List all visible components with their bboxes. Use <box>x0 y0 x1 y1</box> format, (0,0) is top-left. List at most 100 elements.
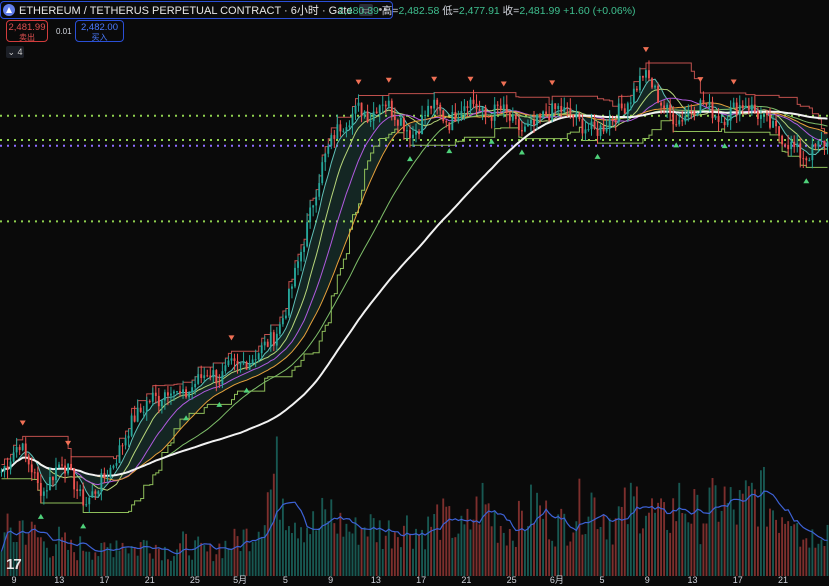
volume-bar <box>744 480 747 576</box>
x-tick-label: 21 <box>778 575 788 585</box>
volume-bar <box>511 540 514 576</box>
volume-bar <box>278 519 281 576</box>
volume-bar <box>294 522 296 576</box>
buy-button[interactable]: 2,482.00 买入 <box>75 20 124 42</box>
volume-bar <box>542 518 545 576</box>
volume-bar <box>648 512 650 576</box>
buy-signal-marker <box>37 513 44 519</box>
volume-bar <box>182 531 184 576</box>
candle-body <box>415 131 417 135</box>
volume-bar <box>312 511 315 576</box>
volume-bar <box>769 508 771 576</box>
candle-body <box>793 141 796 148</box>
candle-body <box>64 465 66 474</box>
volume-bar <box>412 548 414 576</box>
candle-body <box>687 111 690 116</box>
volume-bar <box>705 523 708 576</box>
candle-body <box>3 466 6 472</box>
volume-bar <box>0 551 3 576</box>
volume-bar <box>690 523 693 576</box>
candle-body <box>191 387 194 393</box>
candle-body <box>82 489 85 506</box>
sell-signal-marker <box>355 79 362 85</box>
candle-body <box>312 205 315 208</box>
low-label: 低= <box>442 5 459 17</box>
volume-bar <box>735 524 738 576</box>
candle-body <box>648 70 650 79</box>
candle-body <box>611 119 614 121</box>
volume-bar <box>402 525 405 576</box>
sell-signal-marker <box>730 79 737 85</box>
candle-body <box>133 415 136 422</box>
volume-bar <box>448 506 451 576</box>
volume-bar <box>808 547 811 576</box>
volume-bar <box>27 533 30 576</box>
symbol-title-box[interactable]: ETHEREUM / TETHERUS PERPETUAL CONTRACT ·… <box>0 1 394 19</box>
candle-body <box>563 107 566 112</box>
candle-body <box>575 113 578 119</box>
volume-bar <box>393 532 396 576</box>
candle-body <box>115 463 118 466</box>
buy-signal-marker <box>594 153 601 159</box>
indicators-collapse-button[interactable]: ⌄ 4 <box>6 46 24 58</box>
candle-body <box>33 472 36 474</box>
candle-body <box>351 113 354 126</box>
candle-body <box>530 120 532 124</box>
candle-body <box>127 435 130 439</box>
candle-body <box>100 473 103 492</box>
candle-body <box>369 120 372 122</box>
volume-bar <box>357 544 360 576</box>
volume-bar <box>451 537 454 576</box>
volume-bar <box>275 436 278 576</box>
volume-bar <box>530 484 532 576</box>
volume-bar <box>823 545 826 576</box>
candle-body <box>79 489 82 491</box>
candle-body <box>657 85 659 103</box>
volume-bar <box>227 548 230 576</box>
volume-bar <box>381 548 384 576</box>
candle-body <box>176 391 178 393</box>
candle-body <box>693 111 696 116</box>
candle-body <box>0 471 3 473</box>
candle-body <box>21 443 24 451</box>
volume-bar <box>242 529 245 576</box>
candle-body <box>70 463 73 470</box>
volume-bar <box>88 551 91 576</box>
volume-bar <box>726 503 729 576</box>
candle-body <box>536 114 538 125</box>
price-chart[interactable]: 9 13 17 21 25 5月 5 9 13 17 21 25 6月 5 9 13 17 21 <box>0 0 829 586</box>
volume-bar <box>48 557 51 576</box>
volume-bar <box>756 526 759 576</box>
candle-body <box>294 267 296 287</box>
candle-body <box>48 477 51 491</box>
volume-bar <box>457 533 460 576</box>
candle-body <box>787 144 790 150</box>
candle-body <box>548 115 551 121</box>
candle-body <box>424 115 427 117</box>
volume-bar <box>251 542 254 576</box>
volume-bar <box>191 559 194 576</box>
candle-body <box>753 104 756 112</box>
candle-body <box>315 196 318 206</box>
candle-body <box>39 483 42 496</box>
candle-body <box>260 345 263 354</box>
candle-body <box>393 116 396 121</box>
candle-body <box>756 111 759 119</box>
candle-body <box>778 126 781 136</box>
candle-body <box>699 100 702 114</box>
volume-bar <box>563 513 566 576</box>
sell-button[interactable]: 2,481.99 卖出 <box>6 20 48 42</box>
volume-bar <box>109 543 112 576</box>
volume-bar <box>817 543 820 576</box>
volume-bar <box>799 546 802 576</box>
sell-signal-marker <box>19 420 26 426</box>
candle-body <box>257 353 260 360</box>
volume-bar <box>536 492 538 576</box>
volume-bar <box>366 536 369 576</box>
buy-signal-marker <box>406 156 413 162</box>
candle-body <box>139 407 142 412</box>
candle-body <box>154 392 157 396</box>
candle-body <box>602 125 605 132</box>
volume-bar <box>327 521 330 576</box>
candle-body <box>772 120 774 128</box>
